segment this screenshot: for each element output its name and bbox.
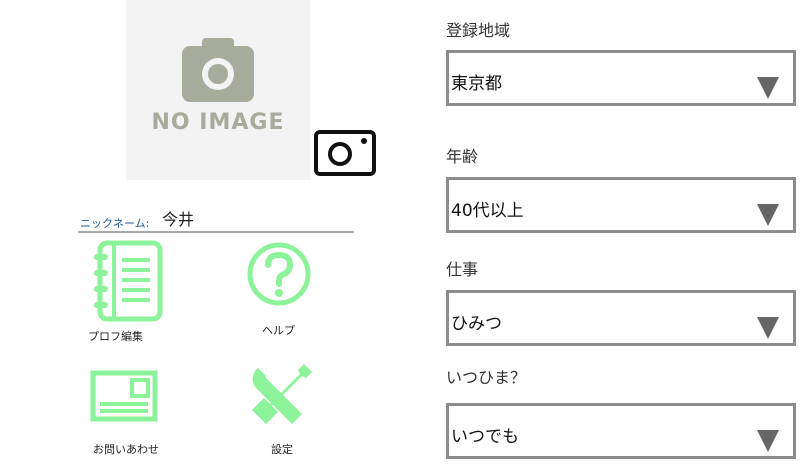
tools-icon [252,364,312,424]
contact-card-icon [90,370,158,422]
menu-help[interactable] [246,241,312,307]
no-image-text: NO IMAGE [151,110,285,135]
field-label-age: 年齢 [446,147,479,166]
dropdown-arrow-icon [757,77,779,99]
region-select-value: 東京都 [451,74,502,94]
field-label-job: 仕事 [446,260,479,279]
age-select[interactable]: 40代以上 [446,177,796,233]
question-icon [247,242,311,306]
nickname-label: ニックネーム: [80,217,150,230]
menu-label-profile-edit: プロフ編集 [88,330,143,343]
free-time-select[interactable]: いつでも [446,403,796,459]
job-select-value: ひみつ [451,314,502,334]
placeholder-camera-icon [182,38,254,102]
dropdown-arrow-icon [757,430,779,452]
menu-label-settings: 設定 [271,443,293,456]
job-select[interactable]: ひみつ [446,290,796,346]
profile-image-placeholder: NO IMAGE [126,0,310,180]
dropdown-arrow-icon [757,317,779,339]
menu-label-help: ヘルプ [262,324,295,337]
menu-contact[interactable] [90,370,158,422]
menu-label-contact: お問いあわせ [93,443,159,456]
camera-icon [314,130,376,176]
nickname-divider [78,231,354,233]
change-photo-button[interactable] [314,130,376,176]
field-label-region: 登録地域 [446,21,511,40]
age-select-value: 40代以上 [451,201,524,221]
dropdown-arrow-icon [757,204,779,226]
menu-profile-edit[interactable] [92,240,166,322]
region-select[interactable]: 東京都 [446,50,796,106]
menu-settings[interactable] [248,362,314,428]
free-time-select-value: いつでも [451,427,519,447]
notebook-icon [94,240,163,322]
field-label-free-time: いつひま？ [446,368,527,387]
nickname-value: 今井 [162,210,195,229]
